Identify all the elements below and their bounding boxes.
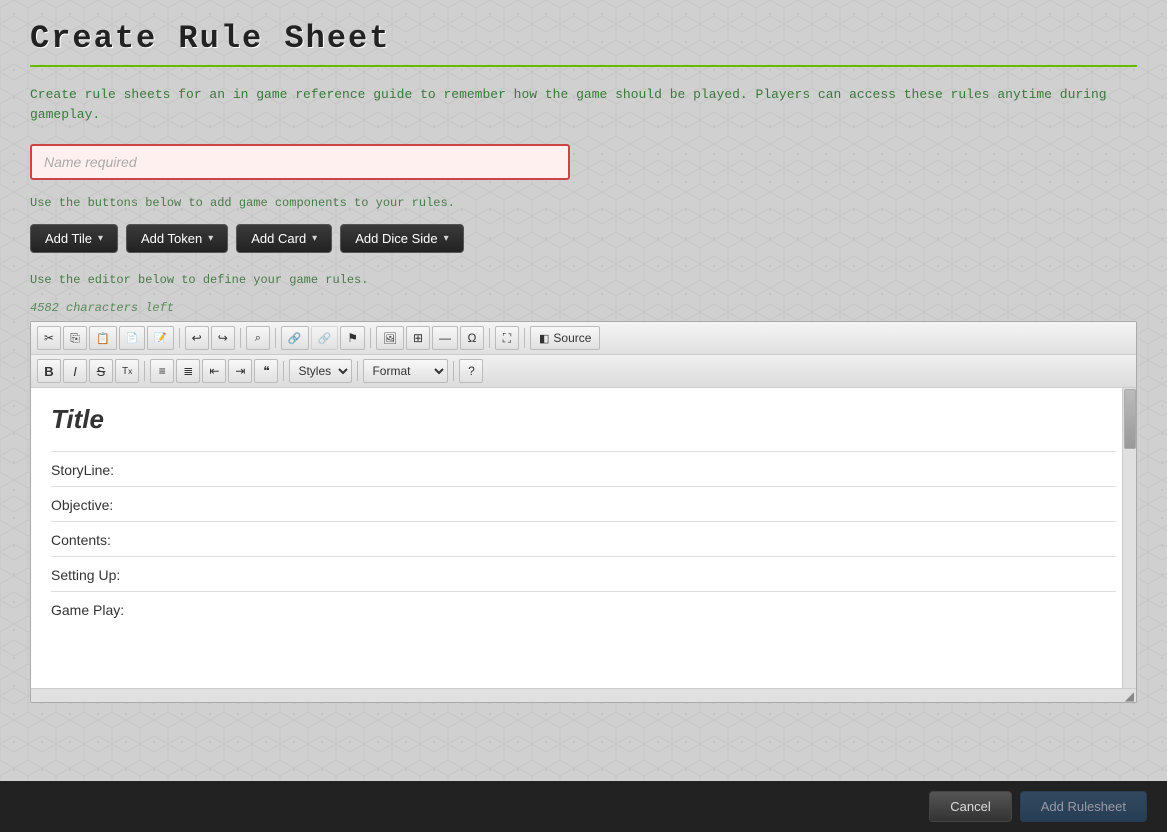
image-button[interactable]: 🖼 <box>376 326 404 350</box>
tb-sep-3 <box>275 328 276 348</box>
scrollbar-thumb[interactable] <box>1124 389 1136 449</box>
editor-scroll-area: Title StoryLine: Objective: Contents: Se… <box>31 388 1136 688</box>
contents-label: Contents: <box>51 532 1116 548</box>
paste-word-button[interactable]: 📝 <box>147 326 173 350</box>
unlink-button[interactable]: 🔗 <box>311 326 339 350</box>
editor-divider-3 <box>51 521 1116 522</box>
tb-sep-10 <box>453 361 454 381</box>
remove-format-button[interactable]: Tx <box>115 359 139 383</box>
strikethrough-button[interactable]: S <box>89 359 113 383</box>
unordered-list-button[interactable]: ≣ <box>176 359 200 383</box>
bottom-bar: Cancel Add Rulesheet <box>0 781 1167 832</box>
editor-title-placeholder: Title <box>51 404 1116 435</box>
add-tile-arrow: ▾ <box>98 233 103 244</box>
indent-button[interactable]: ⇥ <box>228 359 252 383</box>
table-button[interactable]: ⊞ <box>406 326 430 350</box>
paste-text-button[interactable]: 📄 <box>119 326 145 350</box>
title-divider <box>30 65 1137 67</box>
tb-sep-1 <box>179 328 180 348</box>
editor-resize-handle[interactable]: ◢ <box>31 688 1136 702</box>
editor-wrapper: ✂ ⎘ 📋 📄 📝 ↩ ↪ ⌕ 🔗 🔗 ⚑ 🖼 ⊞ — Ω <box>30 321 1137 703</box>
toolbar-row-1: ✂ ⎘ 📋 📄 📝 ↩ ↪ ⌕ 🔗 🔗 ⚑ 🖼 ⊞ — Ω <box>31 322 1136 355</box>
tb-sep-4 <box>370 328 371 348</box>
add-components-row: Add Tile ▾ Add Token ▾ Add Card ▾ Add Di… <box>30 224 1137 253</box>
hline-button[interactable]: — <box>432 326 458 350</box>
tb-sep-2 <box>240 328 241 348</box>
editor-content-area[interactable]: Title StoryLine: Objective: Contents: Se… <box>31 388 1136 688</box>
help-button[interactable]: ? <box>459 359 483 383</box>
game-play-label: Game Play: <box>51 602 1116 618</box>
link-button[interactable]: 🔗 <box>281 326 309 350</box>
tb-sep-7 <box>144 361 145 381</box>
objective-label: Objective: <box>51 497 1116 513</box>
find-replace-button[interactable]: ⌕ <box>246 326 270 350</box>
italic-button[interactable]: I <box>63 359 87 383</box>
blockquote-button[interactable]: ❝ <box>254 359 278 383</box>
cut-button[interactable]: ✂ <box>37 326 61 350</box>
editor-section: Use the editor below to define your game… <box>30 273 1137 703</box>
ordered-list-button[interactable]: ≡ <box>150 359 174 383</box>
anchor-button[interactable]: ⚑ <box>340 326 365 350</box>
undo-button[interactable]: ↩ <box>185 326 209 350</box>
editor-divider-1 <box>51 451 1116 452</box>
cancel-button[interactable]: Cancel <box>929 791 1011 822</box>
styles-dropdown[interactable]: Styles <box>289 359 352 383</box>
copy-button[interactable]: ⎘ <box>63 326 87 350</box>
toolbar-row-2: B I S Tx ≡ ≣ ⇤ ⇥ ❝ Styles Format Normal … <box>31 355 1136 388</box>
ruleset-name-input[interactable] <box>30 144 570 180</box>
special-char-button[interactable]: Ω <box>460 326 484 350</box>
format-dropdown[interactable]: Format Normal Heading 1 Heading 2 Headin… <box>363 359 448 383</box>
add-dice-side-button[interactable]: Add Dice Side ▾ <box>340 224 463 253</box>
editor-divider-2 <box>51 486 1116 487</box>
add-token-arrow: ▾ <box>208 233 213 244</box>
page-title: Create Rule Sheet <box>30 20 1137 57</box>
source-label: Source <box>553 331 591 345</box>
resize-icon: ◢ <box>1125 689 1134 703</box>
add-rulesheet-button[interactable]: Add Rulesheet <box>1020 791 1147 822</box>
add-card-arrow: ▾ <box>312 233 317 244</box>
editor-helper-text: Use the editor below to define your game… <box>30 273 1137 287</box>
add-card-button[interactable]: Add Card ▾ <box>236 224 332 253</box>
editor-divider-4 <box>51 556 1116 557</box>
tb-sep-8 <box>283 361 284 381</box>
redo-button[interactable]: ↪ <box>211 326 235 350</box>
add-token-button[interactable]: Add Token ▾ <box>126 224 228 253</box>
storyline-label: StoryLine: <box>51 462 1116 478</box>
page-description: Create rule sheets for an in game refere… <box>30 85 1137 124</box>
outdent-button[interactable]: ⇤ <box>202 359 226 383</box>
setting-up-label: Setting Up: <box>51 567 1116 583</box>
bold-button[interactable]: B <box>37 359 61 383</box>
source-button[interactable]: ◧ Source <box>530 326 600 350</box>
add-dice-side-arrow: ▾ <box>444 233 449 244</box>
chars-left-label: 4582 characters left <box>30 301 1137 315</box>
scrollbar-track[interactable] <box>1122 388 1136 688</box>
tb-sep-5 <box>489 328 490 348</box>
maximize-button[interactable]: ⛶ <box>495 326 519 350</box>
tb-sep-9 <box>357 361 358 381</box>
source-icon: ◧ <box>539 332 549 345</box>
paste-button[interactable]: 📋 <box>89 326 117 350</box>
tb-sep-6 <box>524 328 525 348</box>
add-tile-button[interactable]: Add Tile ▾ <box>30 224 118 253</box>
buttons-helper-text: Use the buttons below to add game compon… <box>30 196 1137 210</box>
editor-divider-5 <box>51 591 1116 592</box>
